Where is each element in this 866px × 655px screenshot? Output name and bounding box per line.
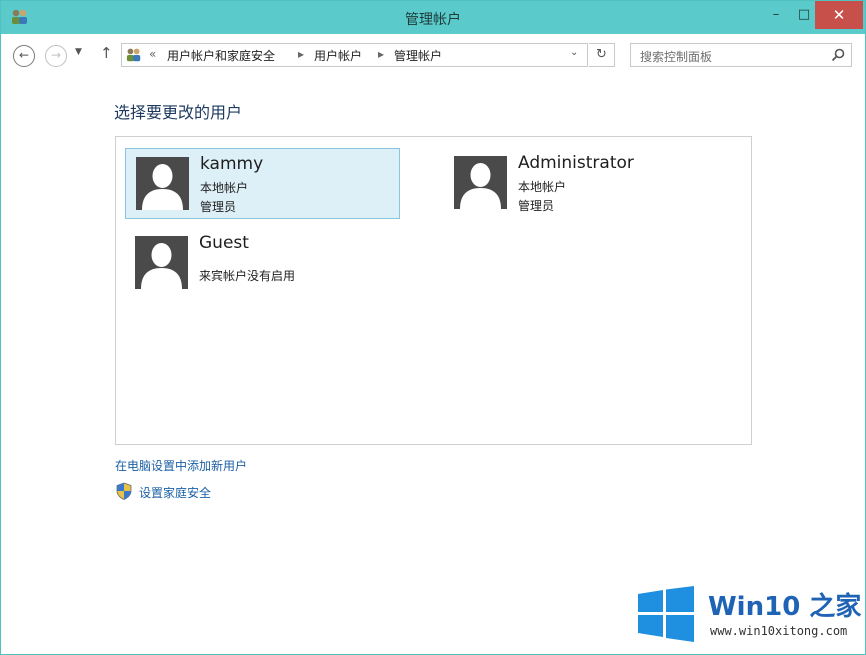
user-silhouette-icon	[454, 156, 507, 209]
watermark-url: www.win10xitong.com	[710, 624, 848, 638]
breadcrumb-separator[interactable]: ▸	[298, 47, 304, 61]
user-name: kammy	[200, 154, 264, 174]
user-account-type: 本地帐户	[518, 180, 567, 194]
navigation-bar: ← → ▼ ↑ « 用户帐户和家庭安全 ▸ 用户帐户 ▸ 管理帐户 ⌄ ↻ 搜索…	[1, 34, 865, 76]
user-tile-guest[interactable]: Guest 来宾帐户没有启用	[125, 228, 400, 299]
users-control-panel-icon	[126, 48, 141, 62]
minimize-button[interactable]: –	[761, 1, 791, 29]
search-placeholder: 搜索控制面板	[640, 50, 713, 64]
family-safety-link[interactable]: 设置家庭安全	[139, 484, 211, 501]
user-silhouette-icon	[135, 236, 188, 289]
address-bar[interactable]: « 用户帐户和家庭安全 ▸ 用户帐户 ▸ 管理帐户 ⌄	[121, 43, 588, 67]
search-input[interactable]: 搜索控制面板	[630, 43, 852, 67]
user-name: Administrator	[518, 153, 634, 173]
user-account-type: 本地帐户	[200, 181, 249, 195]
breadcrumb-manage-accounts[interactable]: 管理帐户	[394, 47, 442, 64]
recent-locations-button[interactable]: ▼	[75, 47, 82, 57]
back-button[interactable]: ←	[13, 45, 35, 67]
breadcrumb-user-accounts[interactable]: 用户帐户	[314, 47, 362, 64]
windows-logo-icon	[638, 586, 694, 642]
user-list: kammy 本地帐户 管理员 Administrator 本地帐户 管理员 Gu…	[115, 136, 752, 445]
user-role: 管理员	[200, 200, 237, 214]
magnifier-icon[interactable]	[831, 48, 845, 62]
breadcrumb-family-safety[interactable]: 用户帐户和家庭安全	[167, 47, 275, 64]
window-title: 管理帐户	[405, 12, 461, 28]
user-silhouette-icon	[136, 157, 189, 210]
title-bar[interactable]: 管理帐户 – □ ✕	[1, 1, 865, 34]
user-name: Guest	[199, 233, 249, 253]
user-role: 管理员	[518, 199, 555, 213]
close-button[interactable]: ✕	[815, 1, 863, 29]
forward-button[interactable]: →	[45, 45, 67, 67]
page-title: 选择要更改的用户	[114, 103, 243, 122]
uac-shield-icon	[116, 482, 132, 500]
breadcrumb-separator[interactable]: ▸	[378, 47, 384, 61]
user-tile-administrator[interactable]: Administrator 本地帐户 管理员	[444, 148, 719, 219]
refresh-button[interactable]: ↻	[589, 43, 615, 67]
user-tile-kammy[interactable]: kammy 本地帐户 管理员	[125, 148, 400, 219]
up-button[interactable]: ↑	[100, 44, 113, 62]
add-user-link[interactable]: 在电脑设置中添加新用户	[115, 457, 247, 474]
breadcrumb-overflow-button[interactable]: «	[149, 47, 156, 61]
watermark-brand: Win10 之家	[708, 592, 862, 622]
manage-accounts-window: 管理帐户 – □ ✕ ← → ▼ ↑ « 用户帐户和家庭安全 ▸ 用户帐户 ▸ …	[0, 0, 866, 655]
site-watermark: Win10 之家 www.win10xitong.com	[634, 584, 861, 646]
address-history-dropdown[interactable]: ⌄	[570, 47, 578, 58]
user-status: 来宾帐户没有启用	[199, 269, 296, 283]
